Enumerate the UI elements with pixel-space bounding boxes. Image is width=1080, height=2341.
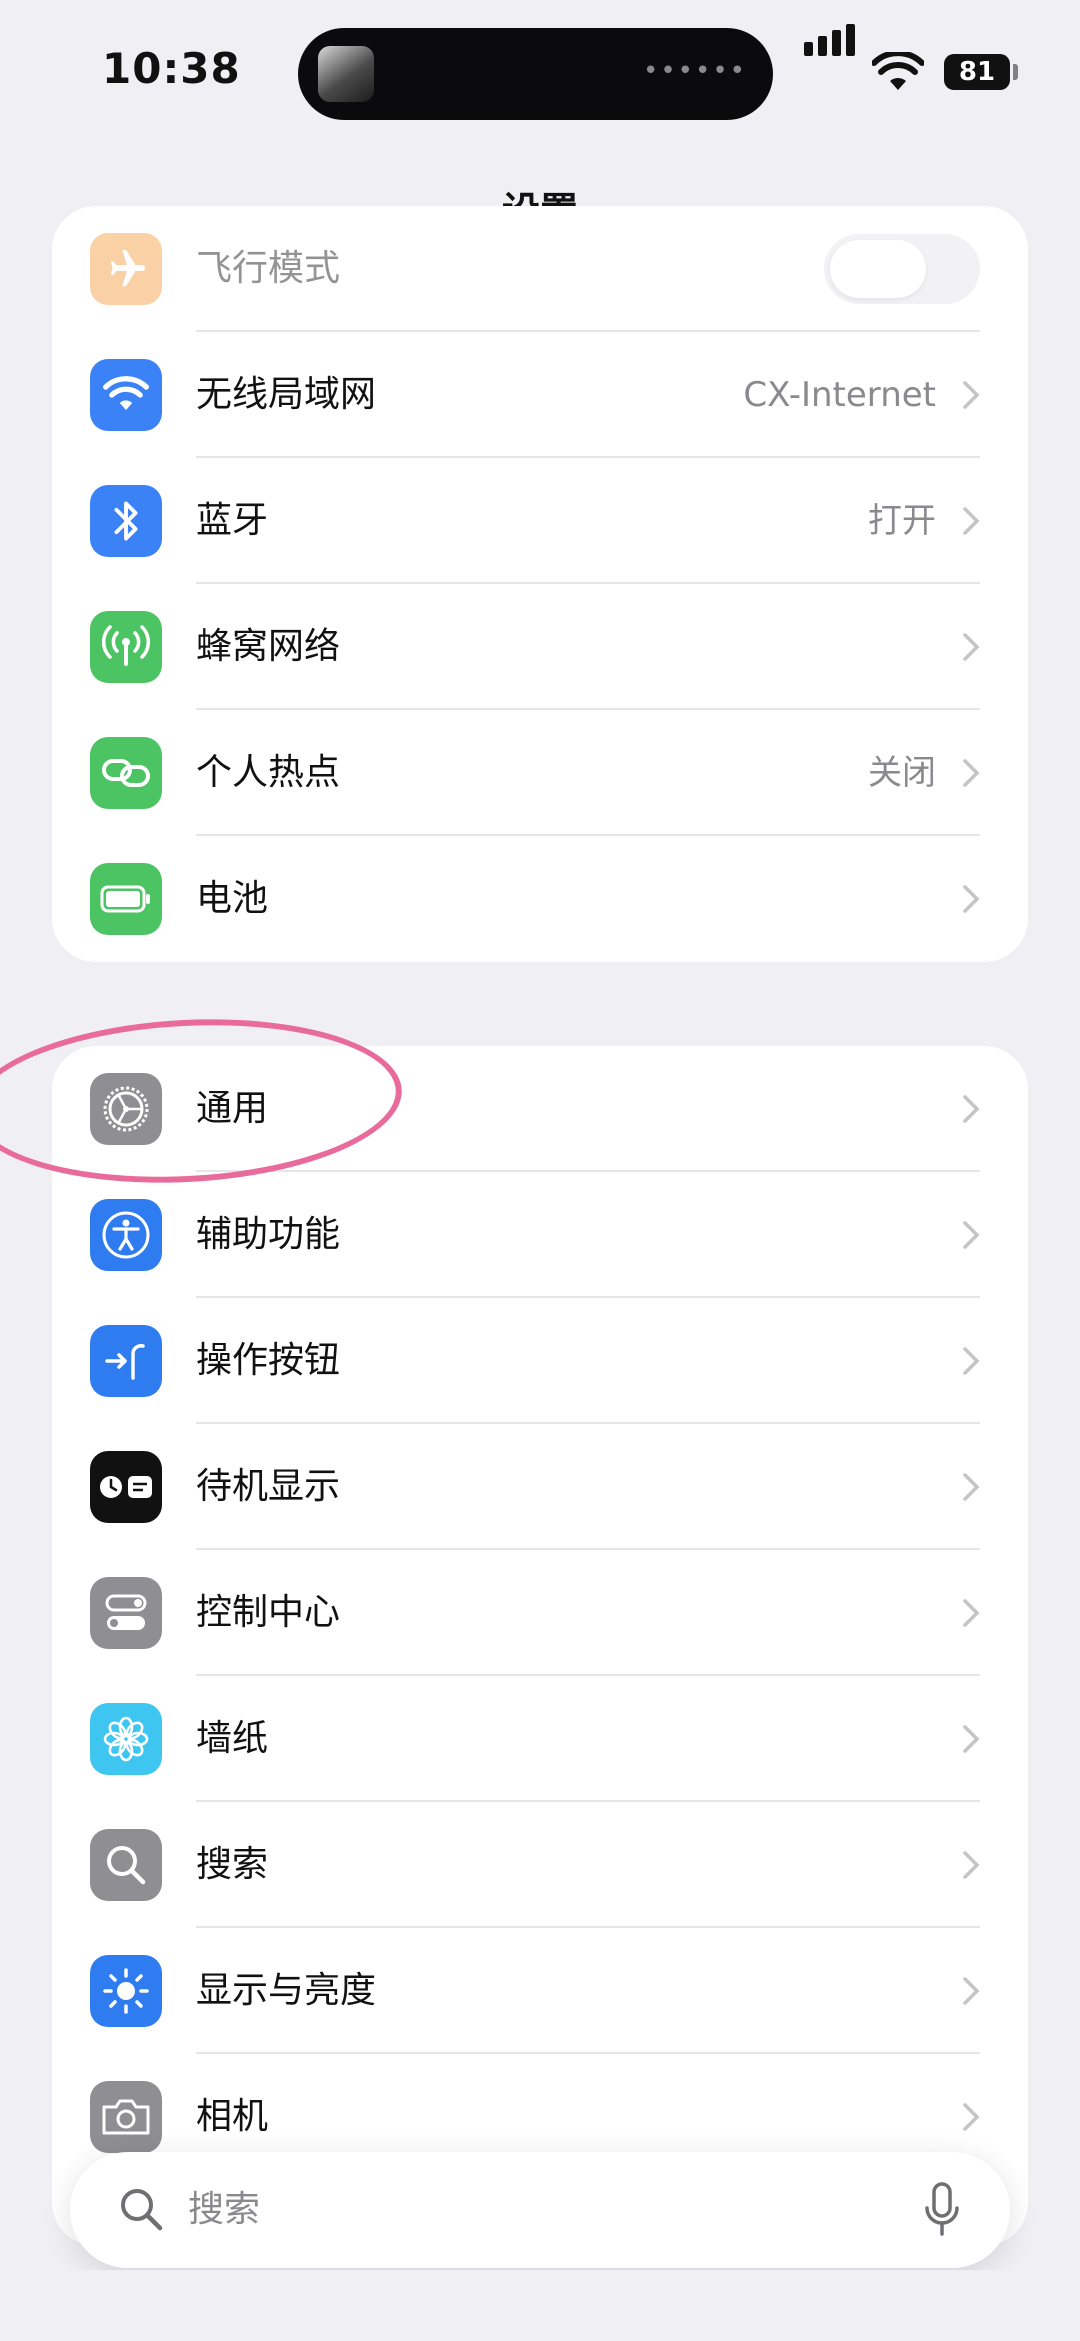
chevron-right-icon bbox=[963, 1599, 980, 1627]
settings-row-action-button[interactable]: 操作按钮 bbox=[52, 1298, 1028, 1424]
settings-row-value: 打开 bbox=[868, 501, 936, 541]
battery-icon bbox=[90, 863, 162, 935]
dynamic-island[interactable]: •••••• bbox=[298, 28, 773, 120]
settings-row-accessibility[interactable]: 辅助功能 bbox=[52, 1172, 1028, 1298]
cellular-icon bbox=[90, 611, 162, 683]
camera-icon bbox=[90, 2081, 162, 2153]
status-bar: 10:38 •••••• 81 bbox=[0, 0, 1080, 150]
settings-row-value: CX-Internet bbox=[743, 375, 936, 415]
settings-row-label: 显示与亮度 bbox=[196, 1970, 377, 2011]
action-button-icon bbox=[90, 1325, 162, 1397]
settings-row-label: 待机显示 bbox=[196, 1466, 341, 1507]
settings-row-label: 墙纸 bbox=[196, 1718, 269, 1759]
control-center-icon bbox=[90, 1577, 162, 1649]
settings-row-label: 无线局域网 bbox=[196, 374, 377, 415]
settings-row-wifi[interactable]: 无线局域网 CX-Internet bbox=[52, 332, 1028, 458]
settings-row-label: 蓝牙 bbox=[196, 500, 269, 541]
settings-row-search[interactable]: 搜索 bbox=[52, 1802, 1028, 1928]
settings-row-standby[interactable]: 待机显示 bbox=[52, 1424, 1028, 1550]
chevron-right-icon bbox=[963, 1725, 980, 1753]
settings-row-label: 蜂窝网络 bbox=[196, 626, 341, 667]
chevron-right-icon bbox=[963, 1095, 980, 1123]
general-group: 通用 辅助功能 操作按钮 待机显示 控制中心 墙纸 搜索 显示与亮度 相机 bbox=[52, 1046, 1028, 2246]
settings-row-label: 操作按钮 bbox=[196, 1340, 341, 1381]
chevron-right-icon bbox=[963, 1347, 980, 1375]
wifi-status-icon bbox=[872, 52, 924, 90]
battery-indicator: 81 bbox=[944, 54, 1010, 90]
settings-row-airplane-mode[interactable]: 飞行模式 bbox=[52, 206, 1028, 332]
now-playing-artwork bbox=[318, 46, 374, 102]
battery-cap bbox=[1013, 64, 1018, 80]
settings-row-wallpaper[interactable]: 墙纸 bbox=[52, 1676, 1028, 1802]
standby-icon bbox=[90, 1451, 162, 1523]
search-icon bbox=[90, 1829, 162, 1901]
settings-row-control-center[interactable]: 控制中心 bbox=[52, 1550, 1028, 1676]
settings-row-label: 飞行模式 bbox=[196, 248, 341, 289]
audio-waveform-icon: •••••• bbox=[642, 56, 747, 86]
search-input[interactable]: 搜索 bbox=[188, 2152, 260, 2268]
chevron-right-icon bbox=[963, 1221, 980, 1249]
bluetooth-icon bbox=[90, 485, 162, 557]
settings-row-hotspot[interactable]: 个人热点 关闭 bbox=[52, 710, 1028, 836]
chevron-right-icon bbox=[963, 759, 980, 787]
status-time: 10:38 bbox=[102, 44, 241, 93]
airplane-mode-toggle[interactable] bbox=[824, 234, 980, 304]
bottom-area bbox=[0, 2270, 1080, 2341]
connectivity-group: 飞行模式 无线局域网 CX-Internet 蓝牙 打开 蜂窝网络 个人热点 关… bbox=[52, 206, 1028, 962]
settings-row-cellular[interactable]: 蜂窝网络 bbox=[52, 584, 1028, 710]
settings-row-label: 电池 bbox=[196, 878, 269, 919]
chevron-right-icon bbox=[963, 885, 980, 913]
hotspot-icon bbox=[90, 737, 162, 809]
wallpaper-icon bbox=[90, 1703, 162, 1775]
settings-row-bluetooth[interactable]: 蓝牙 打开 bbox=[52, 458, 1028, 584]
chevron-right-icon bbox=[963, 1473, 980, 1501]
settings-row-battery[interactable]: 电池 bbox=[52, 836, 1028, 962]
chevron-right-icon bbox=[963, 633, 980, 661]
chevron-right-icon bbox=[963, 507, 980, 535]
airplane-icon bbox=[90, 233, 162, 305]
settings-row-label: 搜索 bbox=[196, 1844, 269, 1885]
settings-row-label: 控制中心 bbox=[196, 1592, 341, 1633]
accessibility-icon bbox=[90, 1199, 162, 1271]
settings-row-label: 个人热点 bbox=[196, 752, 341, 793]
brightness-icon bbox=[90, 1955, 162, 2027]
settings-row-display-brightness[interactable]: 显示与亮度 bbox=[52, 1928, 1028, 2054]
search-bar[interactable]: 搜索 bbox=[70, 2152, 1010, 2268]
settings-row-value: 关闭 bbox=[868, 753, 936, 793]
microphone-icon[interactable] bbox=[924, 2182, 960, 2238]
chevron-right-icon bbox=[963, 2103, 980, 2131]
wifi-icon bbox=[90, 359, 162, 431]
chevron-right-icon bbox=[963, 1851, 980, 1879]
chevron-right-icon bbox=[963, 1977, 980, 2005]
search-icon bbox=[121, 2189, 163, 2231]
chevron-right-icon bbox=[963, 381, 980, 409]
settings-row-label: 辅助功能 bbox=[196, 1214, 341, 1255]
